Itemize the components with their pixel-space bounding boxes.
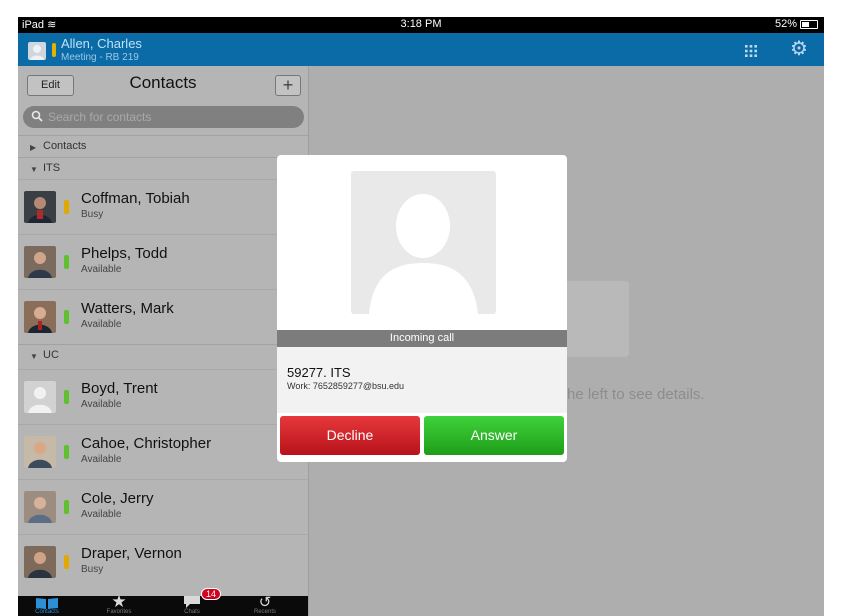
my-avatar[interactable] [28, 42, 46, 60]
status-time: 3:18 PM [400, 18, 442, 30]
contact-status: Available [81, 454, 122, 465]
status-indicator [64, 310, 69, 324]
battery-icon [800, 19, 818, 29]
group-label: UC [43, 349, 59, 361]
contact-name: Phelps, Todd [81, 245, 168, 262]
contact-photo [24, 436, 56, 468]
contact-photo-placeholder [24, 381, 56, 413]
contact-status: Available [81, 264, 122, 275]
decline-button[interactable]: Decline [280, 416, 420, 455]
contact-row[interactable]: Phelps, Todd Available [18, 234, 308, 290]
my-name[interactable]: Allen, Charles [61, 36, 142, 51]
contact-photo [24, 491, 56, 523]
gear-icon[interactable]: ⚙ [790, 39, 808, 59]
answer-button[interactable]: Answer [424, 416, 564, 455]
tab-label: Favorites [106, 609, 132, 615]
contact-row[interactable]: Boyd, Trent Available [18, 369, 308, 425]
group-label: ITS [43, 162, 61, 174]
contact-photo [24, 546, 56, 578]
group-header-uc[interactable]: ▼ UC [18, 344, 308, 367]
status-indicator [64, 255, 69, 269]
contact-photo [24, 191, 56, 223]
search-icon [31, 110, 43, 125]
contact-row[interactable]: Draper, Vernon Busy [18, 534, 308, 590]
caller-info: 59277. ITS Work: 7652859277@bsu.edu [277, 347, 567, 413]
tab-bar: Contacts ★ Favorites Chats ↺ Recents [18, 596, 308, 616]
status-indicator [64, 390, 69, 404]
contacts-panel: Contacts Edit + Search for contacts ▶ Co… [18, 66, 308, 616]
status-indicator [64, 500, 69, 514]
contact-row[interactable]: Coffman, Tobiah Busy [18, 179, 308, 235]
my-location: Meeting - RB 219 [61, 52, 139, 63]
tab-recents[interactable]: ↺ Recents [236, 596, 294, 616]
caller-name: 59277. ITS [287, 365, 351, 380]
contacts-toolbar: Contacts Edit + [18, 66, 308, 102]
contact-status: Busy [81, 209, 104, 220]
contact-name: Boyd, Trent [81, 380, 158, 397]
my-status-indicator [52, 43, 56, 57]
incoming-call-label: Incoming call [277, 330, 567, 347]
contact-name: Draper, Vernon [81, 545, 182, 562]
status-bar: iPad ≋ 3:18 PM 52% [18, 17, 824, 33]
contact-name: Coffman, Tobiah [81, 190, 190, 207]
group-label: Contacts [43, 140, 87, 152]
contact-row[interactable]: Watters, Mark Available [18, 289, 308, 345]
group-header-contacts[interactable]: ▶ Contacts [18, 135, 308, 158]
chevron-right-icon: ▶ [30, 143, 37, 152]
tab-label: Contacts [35, 609, 59, 615]
chevron-down-icon: ▼ [30, 165, 38, 174]
contact-name: Watters, Mark [81, 300, 174, 317]
contact-photo [24, 246, 56, 278]
grid-icon[interactable] [745, 44, 757, 62]
contact-status: Available [81, 399, 122, 410]
status-indicator [64, 555, 69, 569]
chats-badge: 14 [201, 588, 222, 600]
detail-placeholder-graphic [564, 281, 629, 357]
status-indicator [64, 445, 69, 459]
contact-status: Available [81, 319, 122, 330]
app-header: Allen, Charles Meeting - RB 219 ⚙ [18, 33, 824, 66]
tab-favorites[interactable]: ★ Favorites [90, 596, 148, 616]
contact-row[interactable]: Cole, Jerry Available [18, 479, 308, 535]
contact-photo [24, 301, 56, 333]
tab-label: Recents [253, 609, 276, 615]
contact-name: Cole, Jerry [81, 490, 154, 507]
caller-work-address: Work: 7652859277@bsu.edu [287, 381, 405, 391]
tab-label: Chats [184, 609, 200, 615]
contact-row[interactable]: Cahoe, Christopher Available [18, 424, 308, 480]
status-indicator [64, 200, 69, 214]
status-battery: 52% [775, 18, 818, 30]
add-contact-button[interactable]: + [275, 75, 301, 96]
group-header-its[interactable]: ▼ ITS [18, 157, 308, 180]
edit-button[interactable]: Edit [27, 75, 74, 96]
detail-hint-text: he left to see details. [567, 386, 705, 403]
search-input[interactable]: Search for contacts [23, 106, 304, 128]
contact-status: Busy [81, 564, 104, 575]
contact-status: Available [81, 509, 122, 520]
chevron-down-icon: ▼ [30, 352, 38, 361]
search-placeholder: Search for contacts [48, 110, 152, 124]
contact-name: Cahoe, Christopher [81, 435, 212, 452]
ipad-screen: iPad ≋ 3:18 PM 52% Allen, Charles Meetin… [18, 17, 824, 616]
tab-contacts[interactable]: Contacts [18, 596, 76, 616]
incoming-call-dialog: Incoming call 59277. ITS Work: 765285927… [277, 155, 567, 462]
caller-avatar-placeholder [351, 171, 496, 314]
